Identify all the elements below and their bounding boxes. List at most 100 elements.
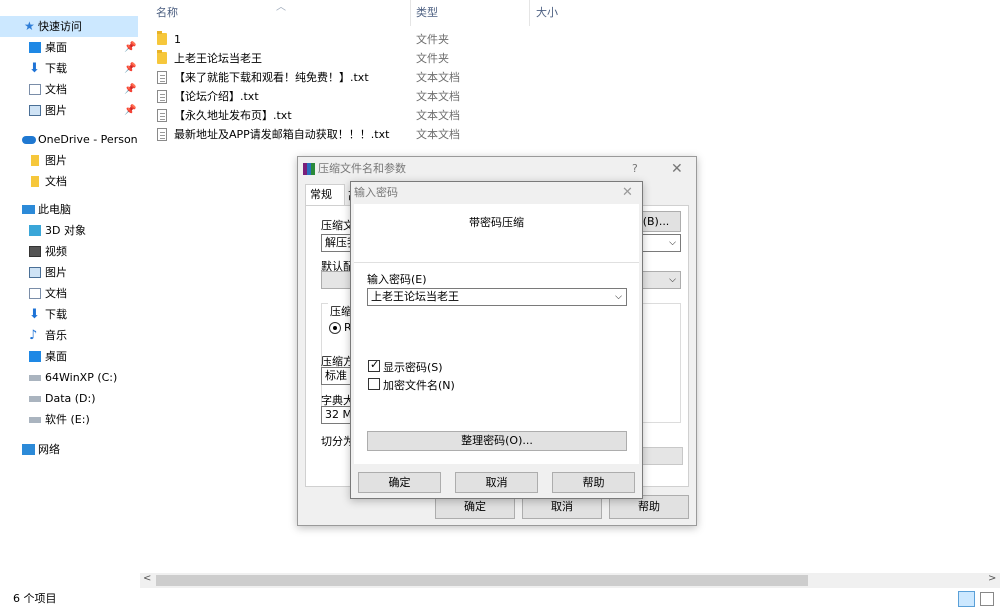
help-icon[interactable]: ?	[632, 157, 638, 181]
nav-drive-e[interactable]: 软件 (E:)	[0, 409, 138, 430]
nav-label: 下载	[45, 62, 67, 75]
large-icons-view-icon[interactable]	[980, 592, 994, 606]
dialog-titlebar[interactable]: 输入密码 ✕	[351, 182, 642, 204]
close-icon[interactable]: ✕	[671, 157, 683, 181]
nav-desktop[interactable]: 桌面	[0, 346, 138, 367]
radio-rar[interactable]	[329, 322, 341, 334]
column-separator[interactable]	[410, 0, 411, 26]
cube-icon	[29, 225, 41, 236]
nav-onedrive[interactable]: OneDrive - Persona	[0, 129, 138, 150]
pin-icon: 📌	[124, 105, 137, 116]
column-header-size[interactable]: 大小	[536, 0, 558, 26]
nav-quick-access[interactable]: ★ 快速访问	[0, 16, 138, 37]
organize-passwords-button[interactable]: 整理密码(O)...	[367, 431, 627, 451]
password-help-button[interactable]: 帮助	[552, 472, 635, 493]
computer-icon	[22, 205, 35, 214]
nav-drive-c[interactable]: 64WinXP (C:)	[0, 367, 138, 388]
nav-label: 图片	[45, 266, 67, 279]
nav-documents[interactable]: 文档	[0, 283, 138, 304]
horizontal-scrollbar[interactable]: < >	[140, 573, 1000, 588]
folder-icon	[31, 155, 39, 166]
checkmark-icon: ✓	[370, 358, 380, 371]
encrypt-filenames-checkbox[interactable]	[368, 378, 380, 390]
nav-quick-downloads[interactable]: ⬇ 下载 📌	[0, 58, 138, 79]
nav-label: 桌面	[45, 350, 67, 363]
password-ok-button[interactable]: 确定	[358, 472, 441, 493]
nav-label: 下载	[45, 308, 67, 321]
pin-icon: 📌	[124, 42, 137, 53]
nav-pictures[interactable]: 图片	[0, 262, 138, 283]
nav-label: 网络	[38, 443, 60, 456]
close-icon[interactable]: ✕	[622, 182, 633, 204]
scroll-left-icon[interactable]: <	[143, 573, 151, 584]
file-row[interactable]: 1 文件夹	[150, 30, 840, 49]
column-header-name[interactable]: 名称	[156, 0, 178, 26]
nav-onedrive-pictures[interactable]: 图片	[0, 150, 138, 171]
file-row[interactable]: 【永久地址发布页】.txt 文本文档	[150, 106, 840, 125]
nav-label: 桌面	[45, 41, 67, 54]
password-value: 上老王论坛当老王	[371, 290, 459, 303]
column-header-type[interactable]: 类型	[416, 0, 438, 26]
file-name: 【论坛介绍】.txt	[174, 90, 259, 103]
file-row[interactable]: 【论坛介绍】.txt 文本文档	[150, 87, 840, 106]
button-label: 帮助	[582, 476, 605, 489]
pin-icon: 📌	[124, 84, 137, 95]
file-row[interactable]: 【来了就能下载和观看！纯免费！】.txt 文本文档	[150, 68, 840, 87]
nav-3d-objects[interactable]: 3D 对象	[0, 220, 138, 241]
chevron-down-icon: ⌵	[669, 275, 676, 285]
drive-icon	[29, 375, 41, 381]
nav-drive-d[interactable]: Data (D:)	[0, 388, 138, 409]
button-label: 取消	[485, 476, 508, 489]
dialog-titlebar[interactable]: 压缩文件名和参数 ? ✕	[298, 157, 696, 181]
file-name: 【永久地址发布页】.txt	[174, 109, 292, 122]
scroll-right-icon[interactable]: >	[988, 573, 996, 584]
file-row[interactable]: 上老王论坛当老王 文件夹	[150, 49, 840, 68]
cloud-icon	[22, 136, 36, 144]
nav-label: 快速访问	[38, 20, 82, 33]
file-type: 文本文档	[416, 90, 460, 103]
file-type: 文本文档	[416, 71, 460, 84]
nav-label: 文档	[45, 83, 67, 96]
nav-network[interactable]: 网络	[0, 439, 138, 460]
nav-onedrive-documents[interactable]: 文档	[0, 171, 138, 192]
nav-quick-desktop[interactable]: 桌面 📌	[0, 37, 138, 58]
tab-general[interactable]: 常规	[305, 184, 345, 205]
button-label: 确定	[464, 500, 486, 513]
navigation-pane: ★ 快速访问 桌面 📌 ⬇ 下载 📌 文档 📌 图片 📌 OneDrive - …	[0, 0, 138, 588]
nav-label: 视频	[45, 245, 67, 258]
password-label: 输入密码(E)	[367, 273, 427, 286]
password-cancel-button[interactable]: 取消	[455, 472, 538, 493]
nav-music[interactable]: ♪ 音乐	[0, 325, 138, 346]
chevron-down-icon: ⌵	[669, 238, 676, 248]
password-dialog: 输入密码 ✕ 带密码压缩 输入密码(E) 上老王论坛当老王 ⌵ ✓ 显示密码(S…	[350, 181, 643, 499]
dialog-heading: 带密码压缩	[469, 216, 524, 229]
nav-label: 64WinXP (C:)	[45, 371, 118, 384]
music-icon: ♪	[29, 328, 38, 343]
password-input[interactable]: 上老王论坛当老王 ⌵	[367, 288, 627, 306]
method-value: 标准	[325, 369, 347, 382]
network-icon	[22, 444, 35, 455]
pictures-icon	[29, 105, 41, 116]
file-name: 【来了就能下载和观看！纯免费！】.txt	[174, 71, 369, 84]
nav-quick-pictures[interactable]: 图片 📌	[0, 100, 138, 121]
file-name: 1	[174, 33, 181, 46]
file-type: 文本文档	[416, 128, 460, 141]
nav-label: 图片	[45, 104, 67, 117]
nav-quick-documents[interactable]: 文档 📌	[0, 79, 138, 100]
button-label: 取消	[551, 500, 573, 513]
folder-icon	[31, 176, 39, 187]
details-view-icon[interactable]	[958, 591, 975, 607]
nav-videos[interactable]: 视频	[0, 241, 138, 262]
folder-icon	[157, 31, 167, 45]
drive-icon	[29, 396, 41, 402]
file-name: 最新地址及APP请发邮箱自动获取！！！.txt	[174, 128, 390, 141]
nav-downloads[interactable]: ⬇ 下载	[0, 304, 138, 325]
text-file-icon	[157, 109, 167, 122]
column-separator[interactable]	[529, 0, 530, 26]
scroll-thumb[interactable]	[156, 575, 808, 586]
drive-icon	[29, 417, 41, 423]
nav-this-pc[interactable]: 此电脑	[0, 199, 138, 220]
file-row[interactable]: 最新地址及APP请发邮箱自动获取！！！.txt 文本文档	[150, 125, 840, 144]
show-password-checkbox[interactable]: ✓	[368, 358, 380, 372]
desktop-icon	[29, 42, 41, 53]
